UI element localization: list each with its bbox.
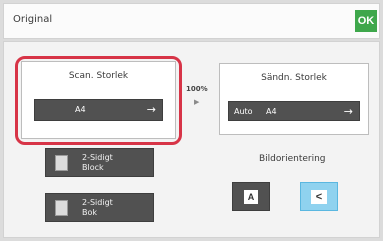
send-size-panel: Sändn. Storlek Auto A4 → [219,63,369,135]
landscape-orientation-icon: < [311,189,327,204]
portrait-orientation-icon: A [244,189,258,204]
ok-button[interactable]: OK [355,10,377,32]
page-title: Original [13,14,53,25]
send-size-value: A4 [266,107,277,116]
arrow-right-icon: → [343,105,353,118]
screen-frame: Original OK Scan. Storlek A4 → 100% ▶ Sä… [0,0,383,241]
orientation-portrait-button[interactable]: A [232,182,270,211]
content-area: Scan. Storlek A4 → 100% ▶ Sändn. Storlek… [3,41,380,238]
play-arrow-icon: ▶ [194,98,200,106]
scan-size-panel: Scan. Storlek A4 → [21,61,176,139]
title-bar: Original OK [3,3,380,39]
send-size-button[interactable]: Auto A4 → [228,101,360,121]
duplex-block-button[interactable]: 2-Sidigt Block [45,148,154,177]
send-size-title: Sändn. Storlek [261,73,327,83]
duplex-book-icon [55,200,68,216]
duplex-block-icon [55,155,68,171]
duplex-block-label: 2-Sidigt Block [82,153,113,172]
orientation-label: Bildorientering [259,154,326,164]
scan-size-value: A4 [75,105,86,114]
scan-size-title: Scan. Storlek [68,71,129,81]
scan-size-button[interactable]: A4 → [34,99,163,121]
duplex-book-label: 2-Sidigt Bok [82,198,113,217]
orientation-landscape-button[interactable]: < [300,182,338,211]
arrow-right-icon: → [146,103,156,116]
duplex-book-button[interactable]: 2-Sidigt Bok [45,193,154,222]
send-size-auto-label: Auto [234,107,253,116]
ratio-percent: 100% [186,85,208,93]
